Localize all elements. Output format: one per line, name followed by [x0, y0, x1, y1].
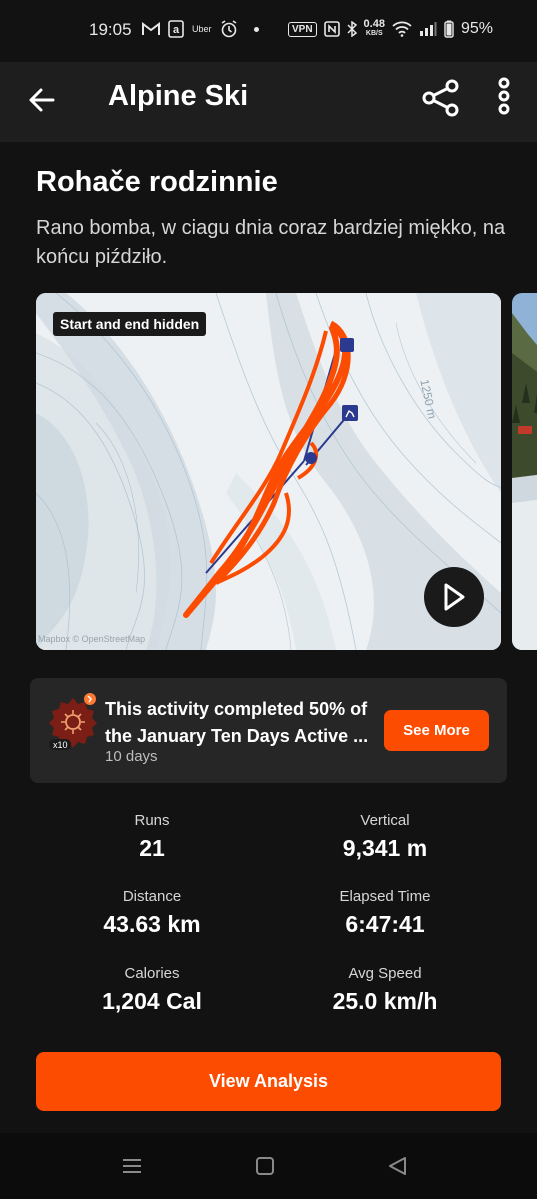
stat-distance: Distance 43.63 km — [37, 888, 267, 938]
uber-icon: Uber — [192, 24, 212, 34]
alarm-icon — [221, 20, 236, 38]
network-speed: 0.48 KB/S — [363, 18, 385, 38]
stat-label: Runs — [134, 812, 170, 829]
app-title: Alpine Ski — [108, 80, 249, 112]
recents-icon[interactable] — [120, 1155, 144, 1177]
system-indicators: VPN 0.48 KB/S 95% — [287, 18, 493, 38]
nfc-icon — [323, 21, 340, 37]
more-vertical-icon — [498, 77, 510, 115]
activity-map[interactable]: 1250 m Start and end hidden Mapbox © Ope… — [36, 293, 501, 650]
status-time: 19:05 — [89, 20, 132, 39]
system-navigation-bar — [0, 1133, 537, 1199]
stat-calories: Calories 1,204 Cal — [37, 965, 267, 1015]
arrow-left-icon — [29, 88, 55, 112]
challenge-text: This activity completed 50% of the Janua… — [105, 699, 369, 746]
see-more-button[interactable]: See More — [384, 710, 489, 751]
home-icon[interactable] — [254, 1155, 278, 1177]
bluetooth-icon — [347, 21, 357, 37]
stat-value: 21 — [139, 835, 165, 861]
activity-photo[interactable] — [512, 293, 537, 650]
back-button[interactable] — [25, 82, 61, 118]
battery-percent: 95% — [460, 20, 493, 37]
ski-slope-photo — [512, 293, 537, 650]
challenge-progress-card[interactable]: x10 This activity completed 50% of the J… — [30, 678, 507, 783]
stat-avg-speed: Avg Speed 25.0 km/h — [270, 965, 500, 1015]
back-nav-icon[interactable] — [386, 1155, 410, 1177]
challenge-count-label: x10 — [53, 740, 68, 750]
vpn-badge: VPN — [287, 21, 317, 37]
map-attribution[interactable]: Mapbox © OpenStreetMap — [38, 634, 145, 644]
status-bar: 19:05 a Uber VPN 0.48 KB/S 95% — [0, 0, 537, 62]
more-options-button[interactable] — [492, 77, 516, 119]
stat-value: 1,204 Cal — [102, 988, 202, 1014]
share-icon — [422, 79, 459, 117]
challenge-badge: x10 — [47, 693, 99, 751]
stat-elapsed-time: Elapsed Time 6:47:41 — [270, 888, 500, 938]
view-analysis-button[interactable]: View Analysis — [36, 1052, 501, 1111]
stat-label: Distance — [122, 888, 182, 905]
wifi-icon — [392, 21, 412, 37]
stat-value: 6:47:41 — [345, 911, 425, 937]
stat-label: Avg Speed — [348, 965, 422, 982]
dot-icon — [253, 26, 259, 32]
app-bar: Alpine Ski — [0, 62, 537, 142]
svg-text:a: a — [173, 24, 180, 36]
stat-value: 25.0 km/h — [332, 988, 438, 1014]
challenge-duration: 10 days — [105, 748, 158, 765]
activity-description: Rano bomba, w ciagu dnia coraz bardziej … — [36, 217, 506, 268]
activity-title: Rohače rodzinnie — [36, 166, 278, 198]
play-flyover-button[interactable] — [424, 567, 484, 627]
stat-runs: Runs 21 — [37, 812, 267, 862]
battery-icon — [444, 20, 454, 38]
play-icon — [444, 583, 465, 611]
stat-label: Elapsed Time — [339, 888, 431, 905]
gmail-icon — [142, 22, 160, 35]
stat-value: 43.63 km — [103, 911, 201, 937]
stat-vertical: Vertical 9,341 m — [270, 812, 500, 862]
stat-value: 9,341 m — [342, 835, 428, 861]
stat-label: Calories — [124, 965, 180, 982]
chairlift-icon — [342, 405, 358, 421]
stat-label: Vertical — [360, 812, 410, 829]
signal-icon — [419, 22, 437, 36]
privacy-badge: Start and end hidden — [53, 312, 207, 336]
amazon-icon: a — [168, 20, 184, 38]
share-button[interactable] — [420, 77, 462, 119]
notification-icons: a Uber — [142, 20, 259, 38]
lift-icon — [340, 338, 354, 352]
